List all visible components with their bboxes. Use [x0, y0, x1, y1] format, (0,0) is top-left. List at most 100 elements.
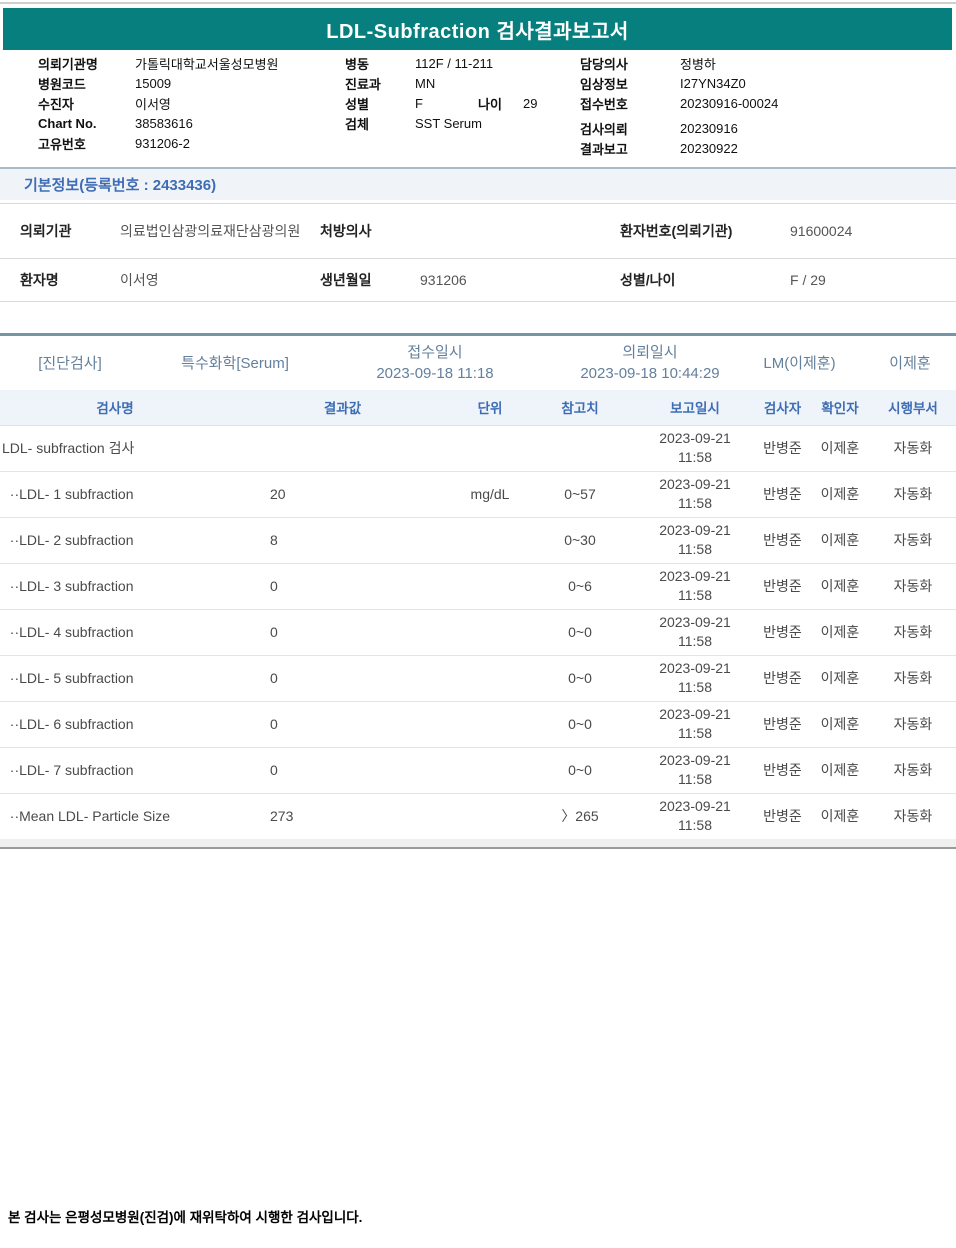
- field-label: 의뢰기관명: [38, 56, 98, 72]
- result-row: ··LDL- 5 subfraction 0 0~0 2023-09-21 11…: [0, 654, 956, 701]
- report-date: 2023-09-21: [659, 568, 731, 585]
- result-row: ··LDL- 4 subfraction 0 0~0 2023-09-21 11…: [0, 608, 956, 655]
- field-value-secondary: 29: [523, 95, 538, 111]
- report-date: 2023-09-21: [659, 752, 731, 769]
- report-time: 11:58: [678, 679, 712, 695]
- field-value: 20230916-00024: [680, 95, 779, 111]
- header-info-middle-column: 병동 112F / 11-211 진료과 MN 성별 F 나이 29 검체 SS…: [345, 53, 580, 133]
- field-value: 20230916: [680, 120, 738, 136]
- field-value: 931206-2: [135, 135, 190, 151]
- report-datetime: 2023-09-21 11:58: [635, 562, 755, 609]
- header-info-row: 검사의뢰 20230916: [580, 118, 920, 138]
- confirmer-name: 이제훈: [810, 746, 870, 793]
- report-date: 2023-09-21: [659, 798, 731, 815]
- birthdate-label: 생년월일: [320, 271, 372, 288]
- report-datetime: 2023-09-21 11:58: [635, 654, 755, 701]
- patient-info-row: 환자명 이서영 생년월일 931206 성별/나이 F / 29: [0, 259, 956, 301]
- test-name: LDL- subfraction 검사: [2, 440, 135, 456]
- tester-name: 반병준: [755, 792, 810, 839]
- department-name: 자동화: [870, 516, 956, 563]
- report-date: 2023-09-21: [659, 660, 731, 677]
- header-info-row: 고유번호 931206-2: [38, 133, 338, 153]
- report-time: 11:58: [678, 633, 712, 649]
- reference-range: 0~0: [525, 746, 635, 793]
- report-datetime: 2023-09-21 11:58: [635, 700, 755, 747]
- top-divider: [0, 2, 956, 4]
- prescribing-doctor-label: 처방의사: [320, 222, 372, 239]
- department-name: 자동화: [870, 700, 956, 747]
- field-label: 병원코드: [38, 76, 86, 92]
- header-info-row: 진료과 MN: [345, 73, 580, 93]
- patient-info-table: 의뢰기관 의료법인삼광의료재단삼광의원 처방의사 환자번호(의뢰기관) 9160…: [0, 203, 956, 302]
- report-time: 11:58: [678, 541, 712, 557]
- department-name: 자동화: [870, 562, 956, 609]
- request-label: 의뢰일시: [622, 344, 678, 361]
- lab-physician: LM(이제훈): [752, 336, 847, 390]
- header-info-row: 성별 F 나이 29: [345, 93, 580, 113]
- field-label: Chart No.: [38, 115, 97, 131]
- field-label: 검사의뢰: [580, 121, 628, 137]
- report-date: 2023-09-21: [659, 430, 731, 447]
- test-name: ··LDL- 4 subfraction: [0, 608, 230, 655]
- report-time: 11:58: [678, 495, 712, 511]
- reference-range: 0~0: [525, 608, 635, 655]
- report-time: 11:58: [678, 587, 712, 603]
- column-header-department: 시행부서: [870, 390, 956, 426]
- confirmer-name: 이제훈: [820, 440, 860, 456]
- result-row: ··LDL- 3 subfraction 0 0~6 2023-09-21 11…: [0, 562, 956, 609]
- receipt-label: 접수일시: [407, 344, 463, 361]
- outsourcing-note: 본 검사는 은평성모병원(진검)에 재위탁하여 시행한 검사입니다.: [8, 1210, 363, 1225]
- report-date: 2023-09-21: [659, 614, 731, 631]
- field-label: 진료과: [345, 76, 381, 92]
- field-label-secondary: 나이: [478, 96, 502, 112]
- header-info-row: Chart No. 38583616: [38, 113, 338, 133]
- result-value: 273: [230, 792, 455, 839]
- report-datetime: 2023-09-21 11:58: [635, 516, 755, 563]
- field-value: I27YN34Z0: [680, 75, 746, 91]
- result-row: ··LDL- 7 subfraction 0 0~0 2023-09-21 11…: [0, 746, 956, 793]
- field-value: 20230922: [680, 140, 738, 156]
- patient-name-value: 이서영: [120, 271, 159, 288]
- report-datetime: 2023-09-21 11:58: [635, 608, 755, 655]
- report-date: 2023-09-21: [659, 476, 731, 493]
- reference-range: 0~0: [525, 654, 635, 701]
- field-value: SST Serum: [415, 115, 482, 131]
- report-date: 2023-09-21: [659, 522, 731, 539]
- field-label: 성별: [345, 96, 369, 112]
- confirmer-name: 이제훈: [810, 562, 870, 609]
- result-unit: [455, 700, 525, 747]
- header-info-left-column: 의뢰기관명 가톨릭대학교서울성모병원 병원코드 15009 수진자 이서영 Ch…: [38, 53, 338, 153]
- report-time: 11:58: [678, 817, 712, 834]
- page-title: LDL-Subfraction 검사결과보고서: [326, 20, 629, 43]
- confirmer-name: 이제훈: [810, 700, 870, 747]
- result-value: 20: [230, 470, 455, 517]
- test-name: ··LDL- 7 subfraction: [0, 746, 230, 793]
- patient-info-row: 의뢰기관 의료법인삼광의료재단삼광의원 처방의사 환자번호(의뢰기관) 9160…: [0, 204, 956, 259]
- result-unit: [455, 746, 525, 793]
- patient-number-value: 91600024: [790, 222, 853, 239]
- reference-range: 0~6: [525, 562, 635, 609]
- result-value: 0: [230, 562, 455, 609]
- field-value: 15009: [135, 75, 172, 91]
- report-title-bar: LDL-Subfraction 검사결과보고서: [3, 8, 952, 50]
- referring-org-value: 의료법인삼광의료재단삼광의원: [120, 222, 301, 239]
- basic-info-section-header: 기본정보(등록번호 : 2433436): [0, 167, 956, 200]
- field-label: 임상정보: [580, 76, 628, 92]
- test-name: ··LDL- 3 subfraction: [0, 562, 230, 609]
- section-category: [진단검사]: [30, 336, 110, 390]
- result-value: 0: [230, 746, 455, 793]
- header-info-row: 병동 112F / 11-211: [345, 53, 580, 73]
- results-table: 검사명 결과값 단위 참고치 보고일시 검사자 확인자 시행부서 LDL- su…: [0, 390, 956, 839]
- report-header-info: 의뢰기관명 가톨릭대학교서울성모병원 병원코드 15009 수진자 이서영 Ch…: [0, 53, 956, 160]
- test-name: ··LDL- 1 subfraction: [0, 470, 230, 517]
- receipt-datetime: 2023-09-18 11:18: [376, 365, 494, 382]
- confirmed-by-text: 이제훈: [889, 354, 931, 372]
- column-header-report-datetime: 보고일시: [635, 390, 755, 426]
- report-datetime: 2023-09-21 11:58: [635, 792, 755, 839]
- test-group: 특수화학[Serum]: [175, 336, 295, 390]
- referring-org-label: 의뢰기관: [20, 222, 72, 239]
- tester-name: 반병준: [755, 470, 810, 517]
- header-info-row: 담당의사 정병하: [580, 53, 920, 73]
- result-value: 0: [230, 700, 455, 747]
- reference-range: 0~57: [525, 470, 635, 517]
